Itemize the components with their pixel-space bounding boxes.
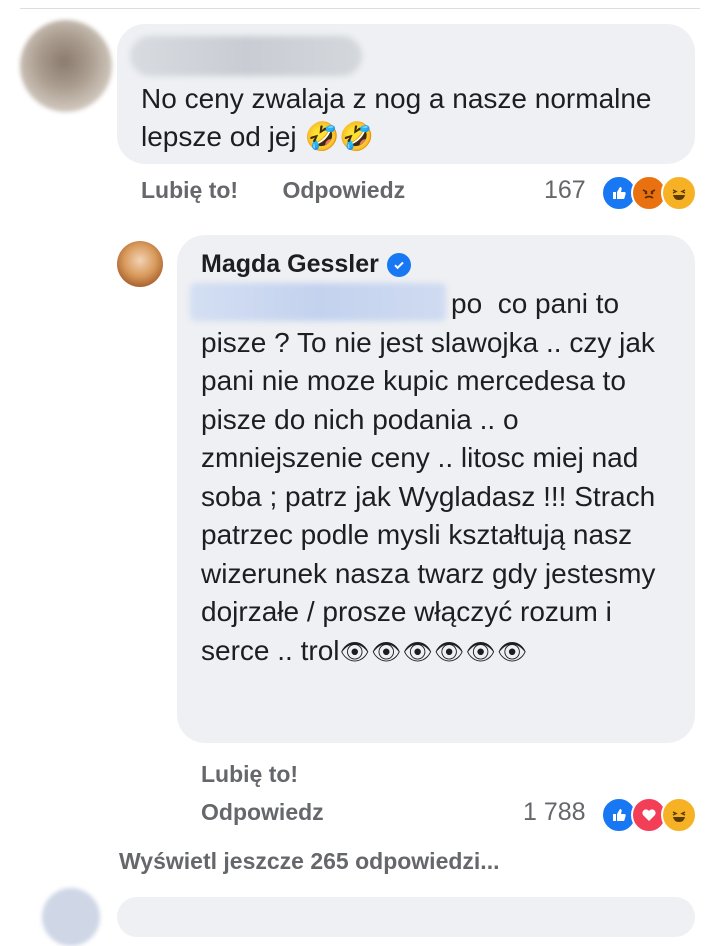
comment-bubble	[117, 897, 695, 937]
haha-reaction-icon	[661, 797, 697, 833]
like-button[interactable]: Lubię to!	[141, 177, 238, 203]
like-button[interactable]: Lubię to!	[201, 761, 298, 788]
haha-reaction-icon	[661, 175, 697, 211]
view-more-replies-link[interactable]: Wyświetl jeszcze 265 odpowiedzi...	[119, 848, 499, 875]
reply-button[interactable]: Odpowiedz	[201, 799, 324, 826]
verified-badge-icon	[386, 252, 411, 277]
reaction-count[interactable]: 167	[544, 176, 586, 205]
comment-text: No ceny zwalaja z nog a nasze normalne l…	[141, 80, 661, 156]
comment-text: po co pani to pisze ? To nie jest slawoj…	[201, 285, 681, 672]
comment-body: No ceny zwalaja z nog a nasze normalne l…	[141, 83, 652, 152]
reaction-count[interactable]: 1 788	[523, 798, 586, 827]
comment-body: po co pani to pisze ? To nie jest slawoj…	[201, 288, 664, 666]
comment-actions: Lubię to! Odpowiedz	[141, 177, 443, 204]
reply-button[interactable]: Odpowiedz	[282, 177, 405, 203]
comment-author[interactable]: Magda Gessler	[201, 250, 411, 279]
rofl-emoji: 🤣🤣	[304, 121, 375, 152]
avatar[interactable]	[117, 241, 163, 287]
reaction-icons[interactable]	[601, 797, 697, 833]
author-name[interactable]: Magda Gessler	[201, 250, 379, 279]
blurred-author-name[interactable]	[130, 36, 362, 76]
avatar[interactable]	[20, 20, 112, 112]
top-divider	[20, 8, 700, 9]
eyes-emoji: 👁👁👁👁👁👁	[339, 638, 529, 666]
avatar[interactable]	[42, 888, 100, 946]
reaction-icons[interactable]	[601, 175, 697, 211]
